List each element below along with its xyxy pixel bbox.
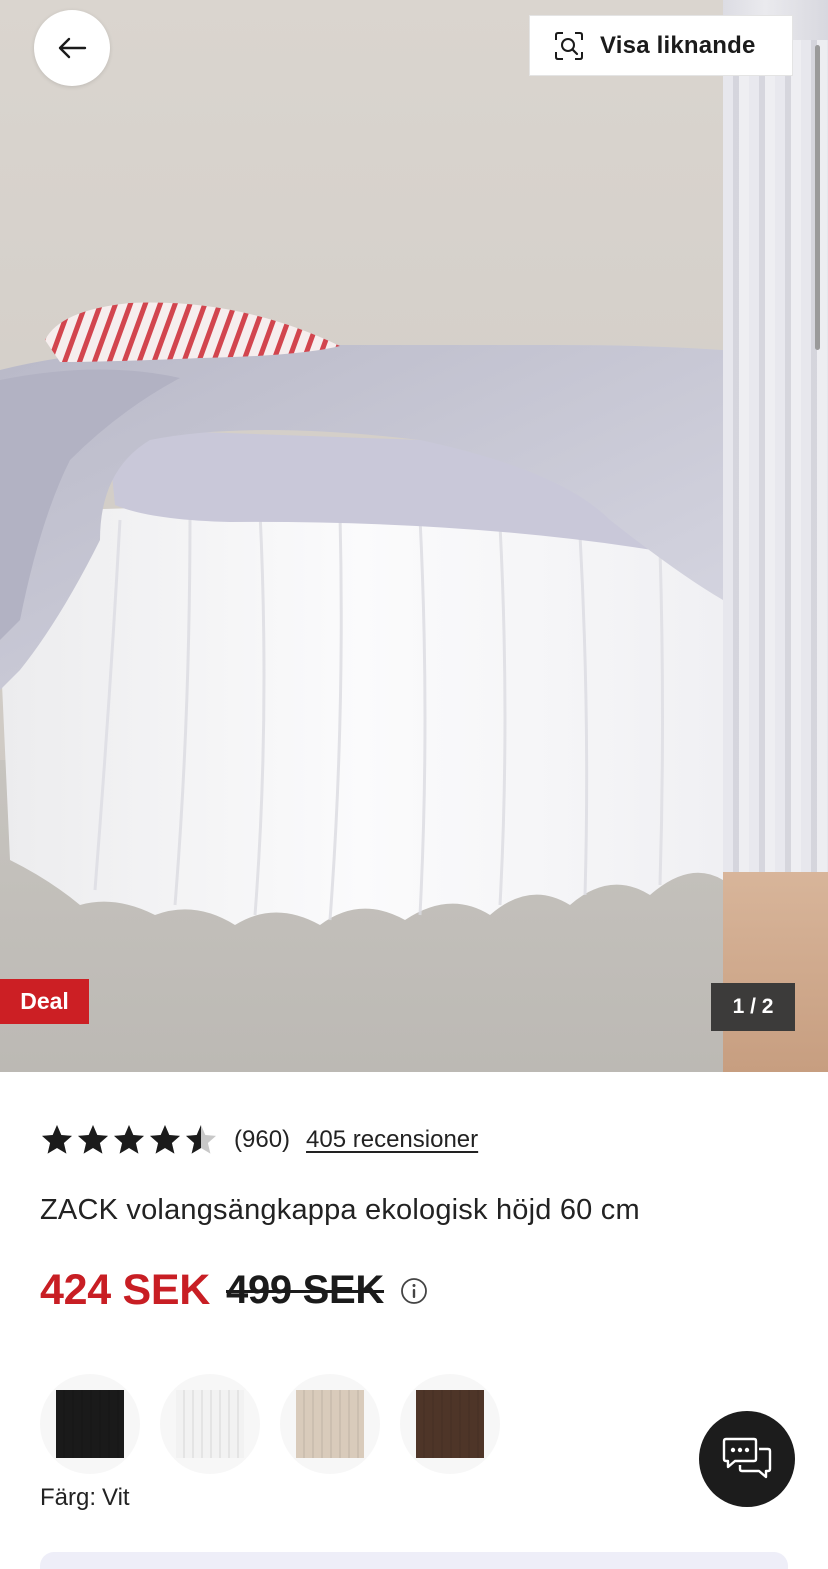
color-swatch[interactable] <box>40 1374 140 1474</box>
color-swatch-thumbnail <box>56 1390 124 1458</box>
star-icon <box>186 1125 216 1154</box>
star-icon <box>114 1125 144 1154</box>
product-photo <box>0 0 723 1072</box>
visual-search-icon <box>555 31 583 60</box>
color-swatch[interactable] <box>280 1374 380 1474</box>
star-icon <box>42 1125 72 1154</box>
deal-badge: Deal <box>0 979 89 1024</box>
color-label: Färg: Vit <box>40 1484 130 1512</box>
color-swatch-thumbnail <box>416 1390 484 1458</box>
color-label-text: Färg: <box>40 1484 97 1511</box>
color-swatch-thumbnail <box>176 1390 244 1458</box>
floor-image <box>723 872 828 1072</box>
chat-bubbles-icon <box>722 1437 772 1479</box>
original-price: 499 SEK <box>226 1268 385 1312</box>
star-icon <box>150 1125 180 1154</box>
info-circle-icon[interactable] <box>400 1277 428 1305</box>
product-title: ZACK volangsängkappa ekologisk höjd 60 c… <box>40 1194 640 1226</box>
color-swatches <box>40 1374 500 1474</box>
show-similar-label: Visa liknande <box>600 31 756 59</box>
scrollbar[interactable] <box>815 45 820 350</box>
current-price: 424 SEK <box>40 1266 211 1314</box>
next-product-photo-peek <box>723 0 828 1072</box>
arrow-left-icon <box>58 37 87 59</box>
product-image-carousel[interactable] <box>0 0 828 1072</box>
price-row: 424 SEK 499 SEK <box>40 1266 428 1315</box>
rating-row: (960) 405 recensioner <box>40 1120 478 1160</box>
image-pager: 1 / 2 <box>711 983 795 1031</box>
back-button[interactable] <box>34 10 110 86</box>
chat-button[interactable] <box>699 1411 795 1507</box>
color-swatch[interactable] <box>400 1374 500 1474</box>
curtain-image <box>723 40 828 910</box>
bottom-panel <box>40 1552 788 1569</box>
color-swatch-thumbnail <box>296 1390 364 1458</box>
color-swatch[interactable] <box>160 1374 260 1474</box>
selected-color: Vit <box>102 1484 130 1511</box>
rating-stars <box>40 1123 218 1157</box>
reviews-link[interactable]: 405 recensioner <box>306 1126 478 1154</box>
show-similar-button[interactable]: Visa liknande <box>529 15 793 76</box>
rating-count: (960) <box>234 1126 291 1153</box>
star-icon <box>78 1125 108 1154</box>
